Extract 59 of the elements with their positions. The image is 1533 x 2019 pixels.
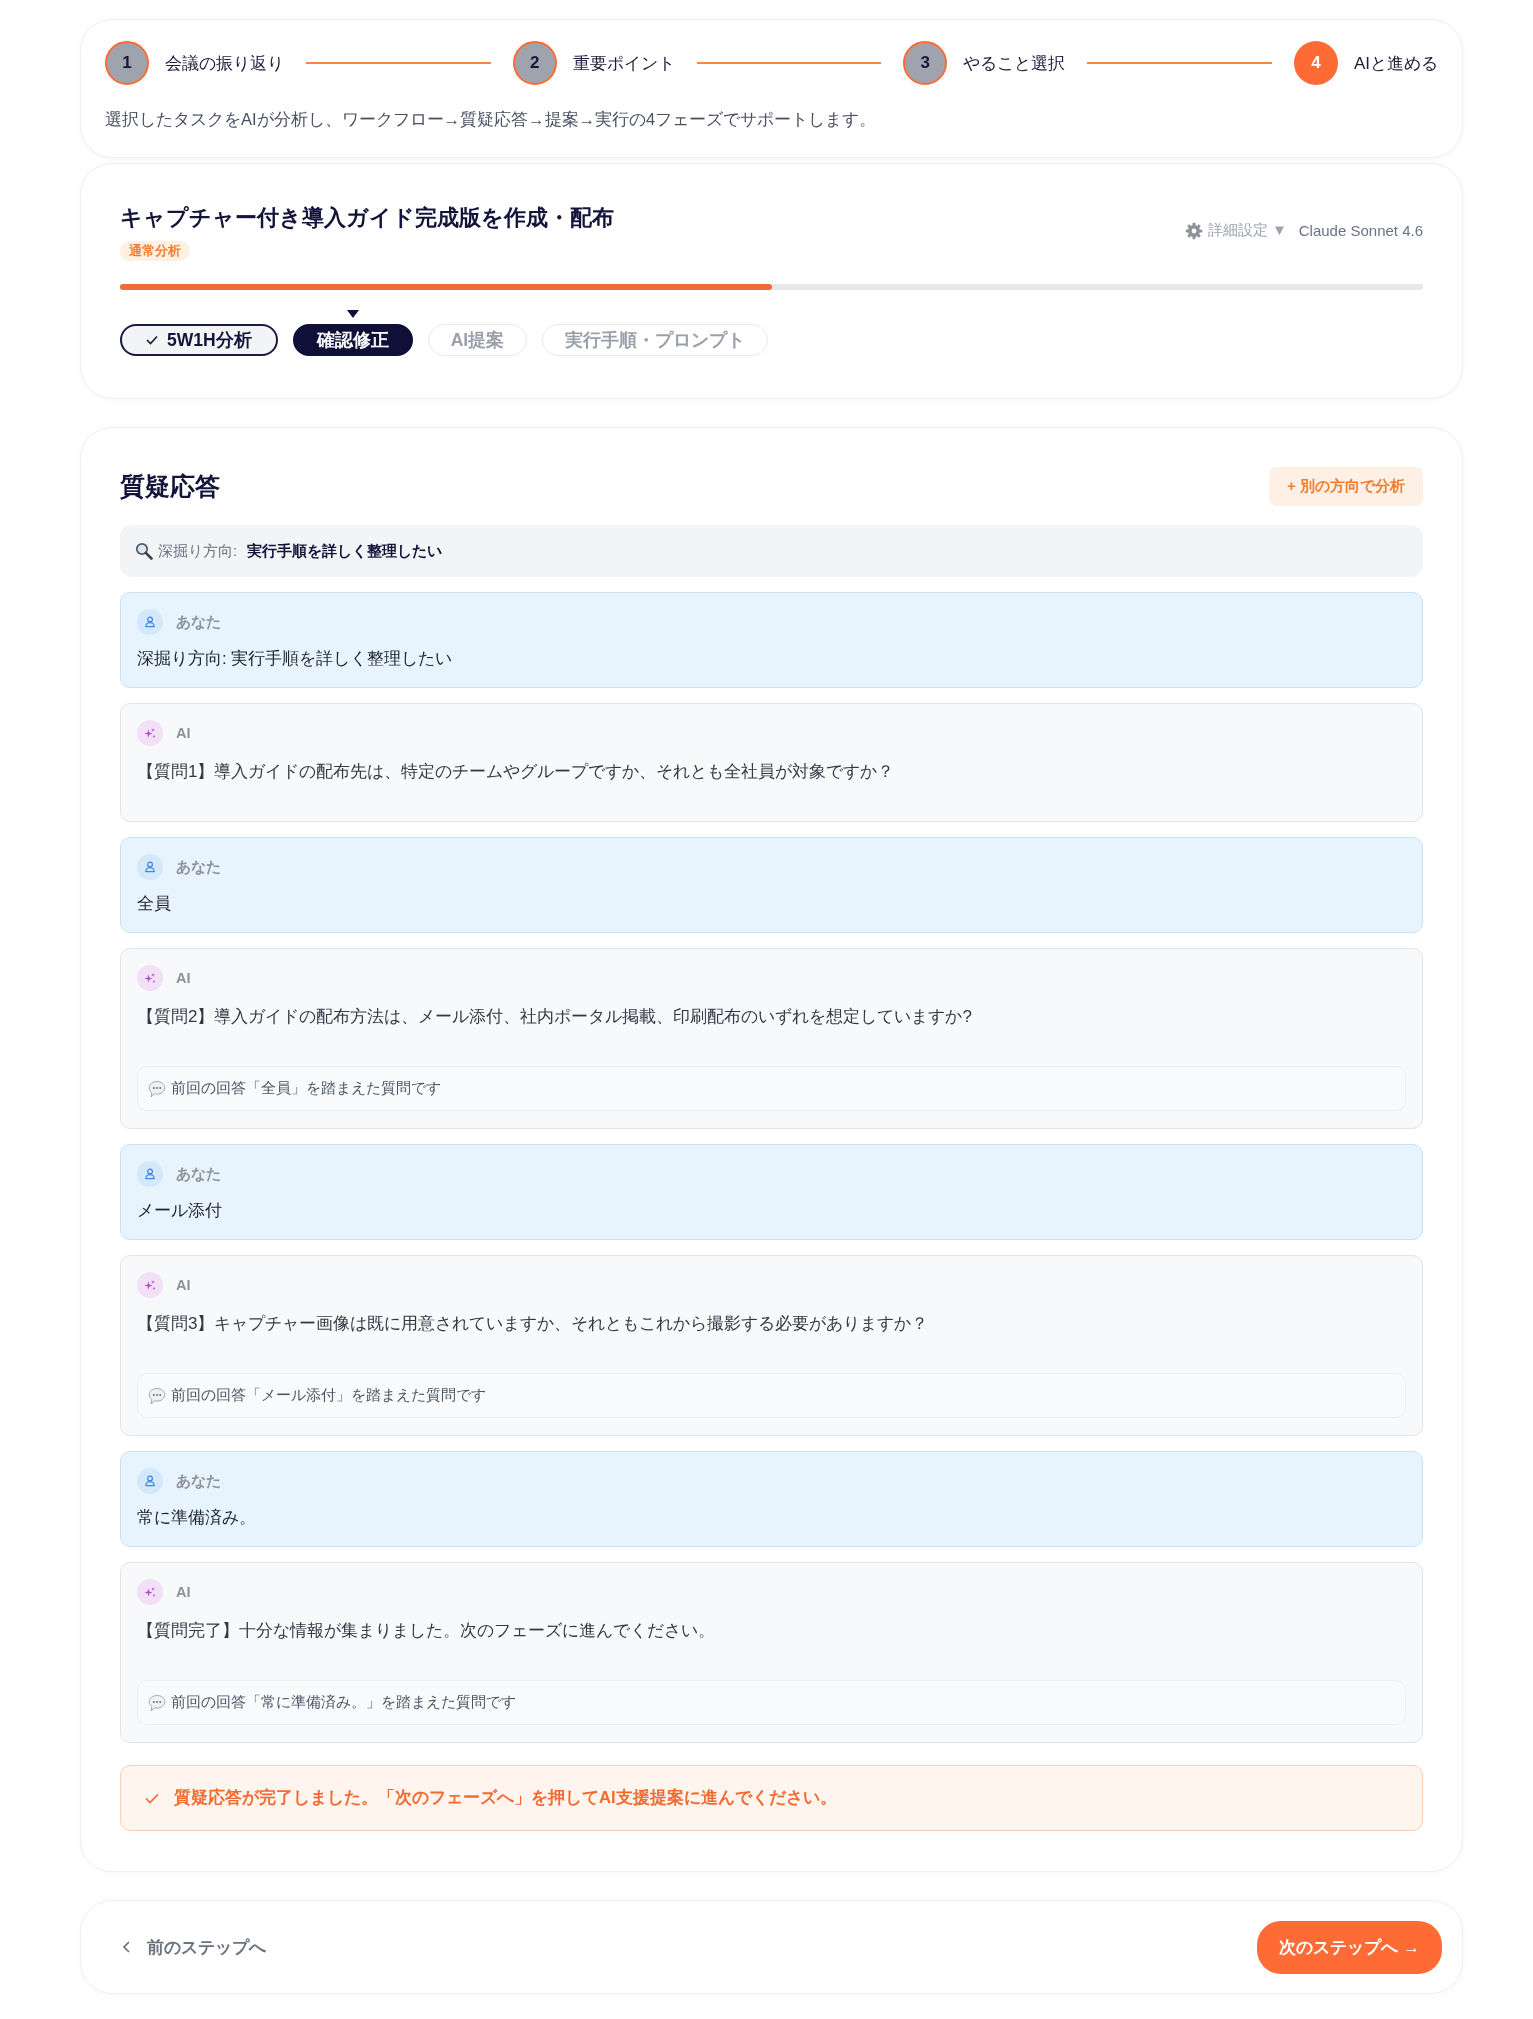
back-button[interactable]: 前のステップへ	[123, 1935, 266, 1959]
direction-label: 深掘り方向:	[158, 541, 238, 561]
model-name: Claude Sonnet 4.6	[1298, 222, 1423, 239]
sender-name: あなた	[176, 1164, 221, 1184]
chevron-left-icon	[123, 1941, 130, 1953]
alternate-analysis-button[interactable]: + 別の方向で分析	[1269, 467, 1423, 506]
user-avatar-icon	[137, 609, 163, 635]
sender-name: あなた	[176, 612, 221, 632]
direction-value: 実行手順を詳しく整理したい	[247, 541, 443, 561]
user-avatar-icon	[137, 1468, 163, 1494]
note-text: 前回の回答「常に準備済み。」を踏まえた質問です	[171, 1693, 516, 1712]
sparkle-avatar-icon	[137, 1272, 163, 1298]
step-label: 重要ポイント	[572, 52, 675, 75]
phase-tab[interactable]: 5W1H分析	[120, 324, 278, 356]
message-text: 【質問3】キャプチャー画像は既に用意されていますか、それともこれから撮影する必要がありますか？	[137, 1313, 930, 1335]
sender-name: AI	[176, 970, 191, 986]
step-number[interactable]: 4	[1293, 41, 1338, 85]
step-label: 会議の振り返り	[165, 52, 284, 75]
note-text: 前回の回答「全員」を踏まえた質問です	[171, 1079, 441, 1098]
step-number[interactable]: 3	[903, 41, 948, 85]
note-text: 前回の回答「メール添付」を踏まえた質問です	[171, 1386, 486, 1405]
message-text: 【質問2】導入ガイドの配布方法は、メール添付、社内ポータル掲載、印刷配布のいずれを想定していますか?	[137, 1006, 973, 1028]
analysis-badge: 通常分析	[120, 241, 190, 261]
next-button[interactable]: 次のステップへ →	[1257, 1920, 1442, 1974]
sender-name: あなた	[176, 1471, 221, 1491]
triangle-marker-icon	[346, 310, 359, 318]
phase-tab[interactable]: 確認修正	[292, 324, 413, 356]
user-avatar-icon	[137, 854, 163, 880]
settings-dropdown[interactable]: 詳細設定 ▼	[1184, 221, 1287, 240]
sparkle-avatar-icon	[137, 720, 163, 746]
message-text: 【質問1】導入ガイドの配布先は、特定のチームやグループですか、それとも全社員が対象ですか？	[137, 761, 896, 783]
sender-name: AI	[176, 1584, 191, 1600]
check-icon	[145, 1792, 159, 1804]
sparkle-avatar-icon	[137, 965, 163, 991]
message-text: メール添付	[137, 1200, 223, 1222]
section-title: 質疑応答	[120, 471, 220, 502]
message-text: 【質問完了】十分な情報が集まりました。次のフェーズに進んでください。	[137, 1620, 716, 1642]
description-text: 選択したタスクをAIが分析し、ワークフロー→質疑応答→提案→実行の4フェーズでサポートします。	[105, 109, 878, 130]
step-number[interactable]: 1	[105, 41, 149, 85]
sender-name: あなた	[176, 857, 221, 877]
phase-tab[interactable]: 実行手順・プロンプト	[542, 324, 769, 356]
check-icon	[146, 335, 158, 345]
speech-bubble-icon	[148, 1386, 166, 1405]
user-avatar-icon	[137, 1161, 163, 1187]
message-text: 深掘り方向: 実行手順を詳しく整理したい	[137, 648, 454, 670]
sender-name: AI	[176, 1277, 191, 1293]
step-label: やること選択	[963, 52, 1066, 75]
task-title: キャプチャー付き導入ガイド完成版を作成・配布	[120, 204, 614, 232]
speech-bubble-icon	[148, 1693, 166, 1712]
search-icon	[135, 542, 153, 560]
step-number[interactable]: 2	[512, 41, 557, 85]
sender-name: AI	[176, 725, 191, 741]
sparkle-avatar-icon	[137, 1579, 163, 1605]
step-label: AIと進める	[1353, 52, 1438, 75]
message-text: 常に準備済み。	[137, 1507, 257, 1529]
speech-bubble-icon	[148, 1079, 166, 1098]
completion-message: 質疑応答が完了しました。「次のフェーズへ」を押してAI支援提案に進んでください。	[174, 1787, 837, 1808]
phase-tab[interactable]: AI提案	[427, 324, 528, 356]
message-text: 全員	[137, 893, 172, 915]
